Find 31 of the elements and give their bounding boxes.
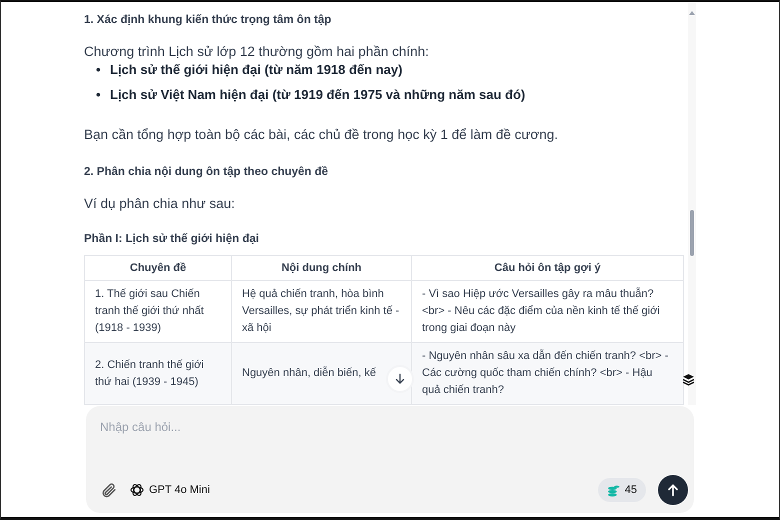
model-selector[interactable]: GPT 4o Mini <box>129 482 210 498</box>
paragraph: Bạn cần tổng hợp toàn bộ các bài, các chủ đề trong học kỳ 1 để làm đề cương. <box>84 127 560 142</box>
table-cell: Nguyên nhân, diễn biến, kế <box>232 342 412 404</box>
paragraph: Ví dụ phân chia như sau: <box>84 196 236 211</box>
section-heading: 2. Phân chia nội dung ôn tập theo chuyên đề <box>84 166 330 178</box>
column-header: Chuyên đề <box>84 256 232 280</box>
table-cell: 1. Thế giới sau Chiến tranh thế giới thứ nhất (1918 - 1939) <box>84 280 232 342</box>
credits-count: 45 <box>624 484 637 496</box>
table-cell: - Nguyên nhân sâu xa dẫn đến chiến tranh? <br> - Các cường quốc tham chiến chính? <br> - Hậu quả chiến tranh? <box>412 342 684 404</box>
section-heading: 1. Xác định khung kiến thức trọng tâm ôn tập <box>84 14 332 26</box>
bullet-marker: • <box>96 86 102 103</box>
bullet-item: Lịch sử Việt Nam hiện đại (từ 1919 đến 1975 và những năm sau đó) <box>110 86 526 103</box>
column-header: Câu hỏi ôn tập gợi ý <box>412 256 684 280</box>
layers-icon[interactable] <box>682 373 695 386</box>
coins-icon <box>606 484 620 496</box>
bullet-marker: • <box>96 61 102 78</box>
table-cell: Hệ quả chiến tranh, hòa bình Versailles, sự phát triển kinh tế - xã hội <box>232 280 412 342</box>
knot-icon <box>129 482 145 498</box>
subheading: Phần I: Lịch sử thế giới hiện đại <box>84 233 260 245</box>
column-header: Nội dung chính <box>232 256 412 280</box>
scrollbar[interactable] <box>688 2 696 405</box>
bullet-item: Lịch sử thế giới hiện đại (từ năm 1918 đến nay) <box>110 61 402 78</box>
send-button[interactable] <box>658 475 688 505</box>
paperclip-button[interactable] <box>100 482 117 498</box>
question-input[interactable]: Nhập câu hỏi... <box>100 418 688 436</box>
table-cell: - Vì sao Hiệp ước Versailles gây ra mâu thuẫn? <br> - Nêu các đặc điểm của nền kinh tế thế giới trong giai đoạn này <box>412 280 684 342</box>
arrow-down-icon <box>393 372 407 386</box>
table-cell: 2. Chiến tranh thế giới thứ hai (1939 - 1945) <box>84 342 232 404</box>
arrow-up-icon <box>665 482 681 498</box>
paragraph: Chương trình Lịch sử lớp 12 thường gồm hai phần chính: <box>84 44 430 59</box>
scrollbar-thumb[interactable] <box>690 210 694 256</box>
